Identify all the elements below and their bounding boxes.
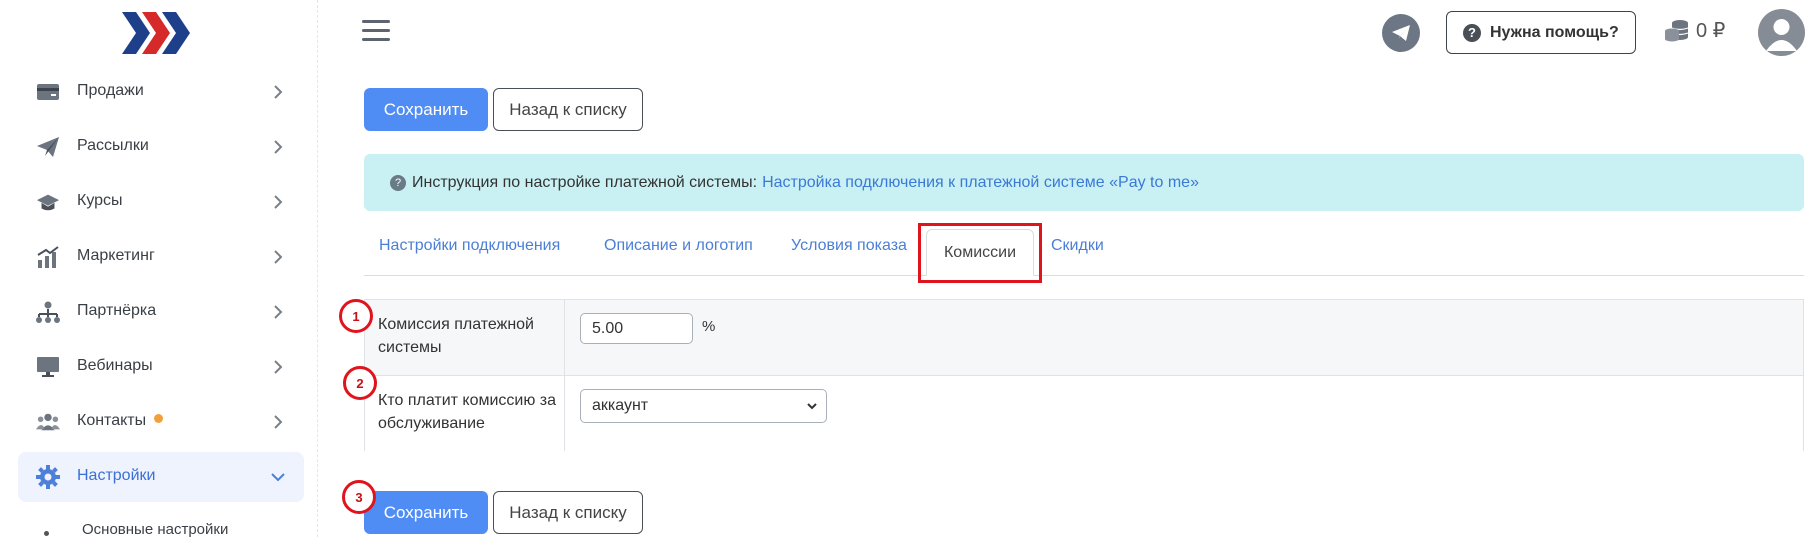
sidebar-item-webinars[interactable]: Вебинары	[18, 342, 304, 392]
sidebar-item-label: Продажи	[77, 82, 144, 99]
info-text: Инструкция по настройке платежной систем…	[412, 173, 758, 191]
balance[interactable]: 0 ₽	[1664, 18, 1725, 43]
chevron-down-icon	[807, 403, 817, 410]
payer-select-value: аккаунт	[592, 397, 649, 414]
label-cell: Кто платит комиссию за обслуживание	[365, 376, 565, 451]
question-circle-icon: ?	[390, 174, 406, 191]
commission-label: Комиссия платежной системы	[378, 316, 534, 356]
payer-label: Кто платит комиссию за обслуживание	[378, 392, 557, 432]
annotation-marker-2: 2	[343, 366, 377, 400]
save-button-top[interactable]: Сохранить	[364, 88, 488, 131]
commission-input[interactable]: 5.00	[580, 313, 693, 344]
form-row-commission: Комиссия платежной системы 5.00 %	[365, 300, 1803, 376]
sidebar-item-label: Вебинары	[77, 357, 153, 374]
chevron-right-icon	[274, 360, 283, 374]
question-icon: ?	[1463, 23, 1481, 42]
network-icon	[36, 300, 60, 324]
menu-toggle-icon[interactable]	[362, 20, 390, 44]
notification-dot	[154, 414, 164, 424]
chevron-right-icon	[274, 305, 283, 319]
sidebar-item-settings[interactable]: Настройки	[18, 452, 304, 502]
save-button-bottom[interactable]: Сохранить	[364, 491, 488, 534]
sidebar-item-courses[interactable]: Курсы	[18, 177, 304, 227]
info-banner: ? Инструкция по настройке платежной сист…	[364, 154, 1804, 211]
chevron-right-icon	[274, 415, 283, 429]
chevron-right-icon	[274, 195, 283, 209]
gear-icon	[36, 465, 60, 489]
back-to-list-button-top[interactable]: Назад к списку	[493, 88, 643, 131]
tabs-divider	[364, 275, 1804, 276]
sidebar-item-partners[interactable]: Партнёрка	[18, 287, 304, 337]
payer-select[interactable]: аккаунт	[580, 389, 827, 423]
sidebar-item-label: Контакты	[77, 412, 164, 430]
bullet	[44, 531, 49, 536]
chevron-down-icon	[271, 473, 285, 482]
sidebar-item-label: Настройки	[77, 467, 156, 484]
help-button[interactable]: ? Нужна помощь?	[1446, 11, 1636, 54]
chevron-right-icon	[274, 250, 283, 264]
avatar[interactable]	[1758, 9, 1805, 56]
monitor-icon	[36, 355, 60, 379]
help-button-label: Нужна помощь?	[1490, 23, 1619, 41]
annotation-marker-3: 3	[342, 480, 376, 514]
back-to-list-button-bottom[interactable]: Назад к списку	[493, 491, 643, 534]
chevron-right-icon	[274, 140, 283, 154]
card-icon	[36, 80, 60, 104]
tab-discounts[interactable]: Скидки	[1051, 237, 1104, 255]
sidebar-item-label: Рассылки	[77, 137, 149, 154]
tab-display-conditions[interactable]: Условия показа	[791, 237, 907, 255]
paper-plane-icon	[36, 135, 60, 159]
instruction-link[interactable]: Настройка подключения к платежной систем…	[762, 174, 1199, 192]
coins-icon	[1665, 19, 1689, 41]
sidebar-item-sales[interactable]: Продажи	[18, 67, 304, 117]
percent-unit: %	[702, 318, 716, 335]
users-icon	[36, 410, 60, 434]
telegram-icon[interactable]	[1382, 14, 1420, 52]
sidebar-subitem-general[interactable]: Основные настройки	[82, 521, 228, 537]
tab-connection-settings[interactable]: Настройки подключения	[379, 237, 560, 255]
sidebar-item-label: Маркетинг	[77, 247, 155, 264]
sidebar-item-label: Партнёрка	[77, 302, 157, 319]
annotation-marker-1: 1	[339, 299, 373, 333]
commission-form: Комиссия платежной системы 5.00 % Кто пл…	[364, 299, 1804, 451]
sidebar-item-contacts[interactable]: Контакты	[18, 397, 304, 447]
form-row-payer: Кто платит комиссию за обслуживание акка…	[365, 376, 1803, 451]
contacts-label-text: Контакты	[77, 412, 147, 429]
sidebar-item-label: Курсы	[77, 192, 123, 209]
chart-icon	[36, 245, 60, 269]
sidebar-item-mailings[interactable]: Рассылки	[18, 122, 304, 172]
sidebar: Продажи Рассылки Курсы Маркетинг Партнёр…	[0, 0, 318, 537]
tab-highlight-box	[918, 223, 1042, 283]
balance-value: 0 ₽	[1696, 20, 1726, 42]
graduation-cap-icon	[36, 190, 60, 214]
tab-description-logo[interactable]: Описание и логотип	[604, 237, 753, 255]
label-cell: Комиссия платежной системы	[365, 300, 565, 375]
logo[interactable]	[122, 12, 190, 54]
sidebar-item-marketing[interactable]: Маркетинг	[18, 232, 304, 282]
chevron-right-icon	[274, 85, 283, 99]
